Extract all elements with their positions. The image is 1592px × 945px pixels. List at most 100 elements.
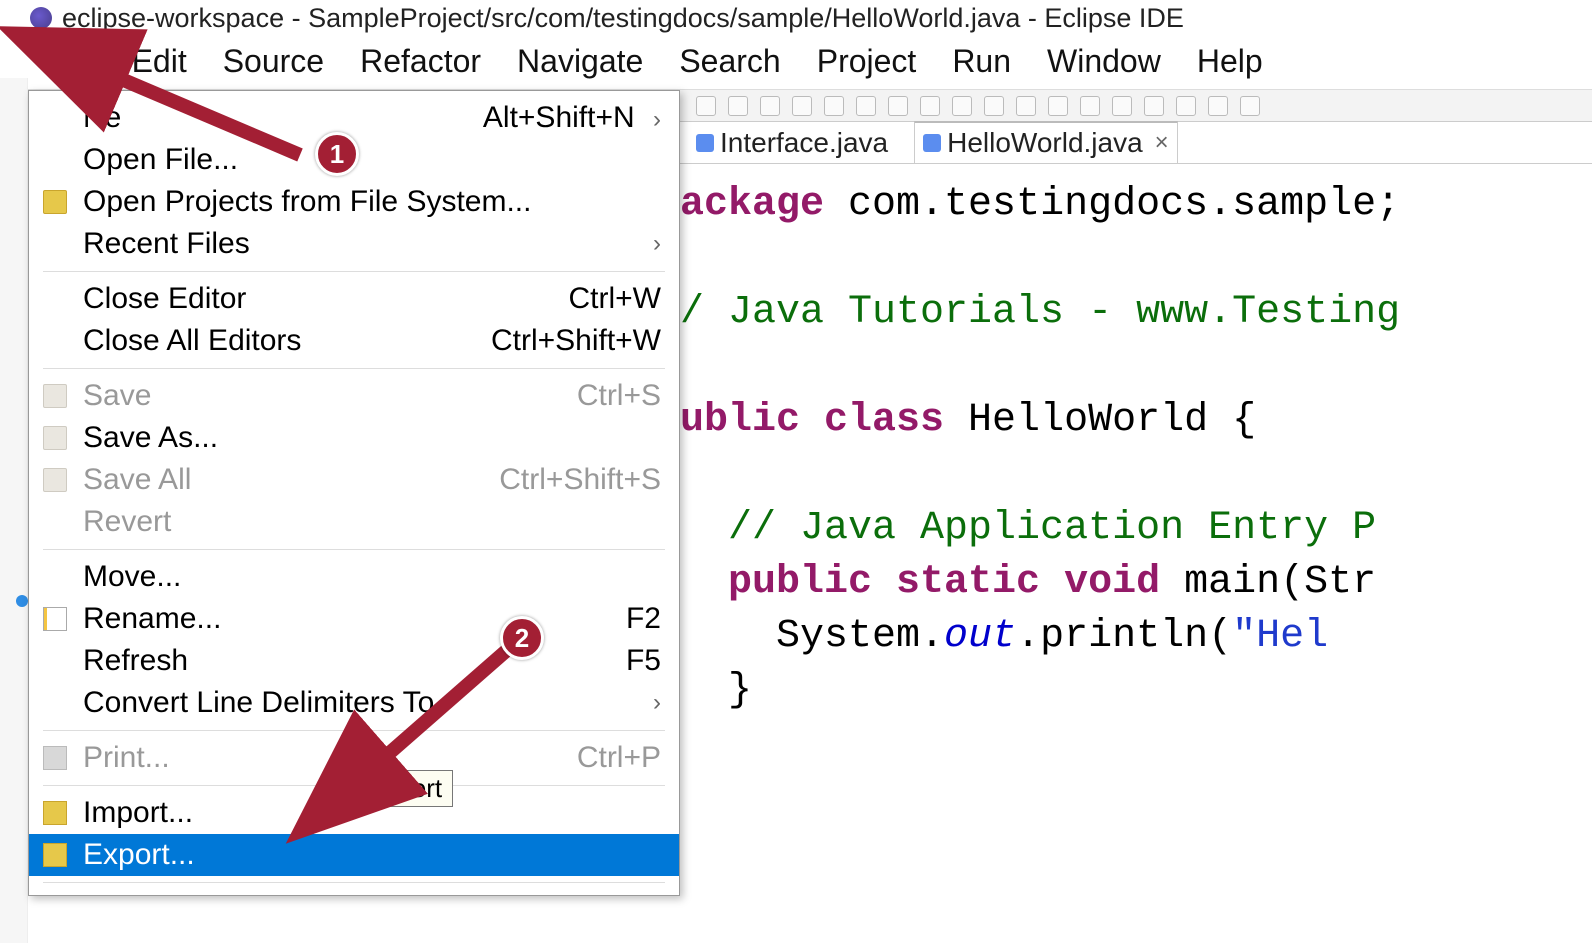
menu-item-recent-files[interactable]: Recent Files › bbox=[29, 223, 679, 265]
code-text: System. bbox=[680, 614, 944, 659]
import-icon bbox=[43, 801, 67, 825]
menu-separator bbox=[43, 271, 665, 272]
menu-shortcut: Ctrl+Shift+S bbox=[499, 463, 661, 497]
eclipse-icon bbox=[30, 7, 52, 29]
chevron-right-icon: › bbox=[653, 689, 661, 717]
java-file-icon bbox=[696, 134, 714, 152]
menu-shortcut: Ctrl+Shift+W bbox=[491, 324, 661, 358]
menu-item-save: Save Ctrl+S bbox=[29, 375, 679, 417]
menu-shortcut: F5 bbox=[626, 644, 661, 678]
code-comment: / Java Tutorials - www.Testing bbox=[680, 290, 1400, 335]
menu-shortcut: Ctrl+W bbox=[569, 282, 662, 316]
chevron-right-icon: › bbox=[653, 106, 661, 133]
menu-item-revert: Revert bbox=[29, 501, 679, 543]
menu-item-label: Save bbox=[83, 379, 151, 413]
menu-item-label: Refresh bbox=[83, 644, 188, 678]
code-comment: // Java Application Entry P bbox=[680, 506, 1376, 551]
code-field: out bbox=[944, 614, 1016, 659]
print-icon bbox=[43, 746, 67, 770]
toolbar-icon[interactable] bbox=[1016, 96, 1036, 116]
toolbar-icon[interactable] bbox=[984, 96, 1004, 116]
menu-item-label: Rename... bbox=[83, 602, 221, 636]
toolbar-icon[interactable] bbox=[888, 96, 908, 116]
tab-label: Interface.java bbox=[720, 127, 888, 159]
menu-separator bbox=[43, 368, 665, 369]
tab-label: HelloWorld.java bbox=[947, 127, 1143, 159]
code-text: } bbox=[680, 668, 752, 713]
code-keyword: public static void bbox=[680, 560, 1160, 605]
toolbar-icon[interactable] bbox=[696, 96, 716, 116]
toolbar-icon[interactable] bbox=[1208, 96, 1228, 116]
code-keyword: ublic class bbox=[680, 398, 944, 443]
toolbar-icon[interactable] bbox=[952, 96, 972, 116]
menu-item-label: Move... bbox=[83, 560, 181, 594]
annotation-arrow-1 bbox=[70, 60, 330, 180]
workspace: Interface.java HelloWorld.java × ackage … bbox=[0, 90, 1592, 945]
toolbar-icon[interactable] bbox=[1112, 96, 1132, 116]
toolbar-icon[interactable] bbox=[1176, 96, 1196, 116]
editor-tabs: Interface.java HelloWorld.java × bbox=[680, 122, 1592, 164]
menu-item-save-as[interactable]: Save As... bbox=[29, 417, 679, 459]
annotation-badge-2: 2 bbox=[500, 616, 544, 660]
menu-item-save-all: Save All Ctrl+Shift+S bbox=[29, 459, 679, 501]
menu-item-label: Import... bbox=[83, 796, 193, 830]
menu-item-label: Save All bbox=[83, 463, 191, 497]
menu-shortcut: Ctrl+S bbox=[577, 379, 661, 413]
editor-toolbar bbox=[680, 90, 1592, 122]
menu-item-move[interactable]: Move... bbox=[29, 556, 679, 598]
editor-area: Interface.java HelloWorld.java × ackage … bbox=[680, 90, 1592, 945]
code-text: main(Str bbox=[1160, 560, 1376, 605]
menu-search[interactable]: Search bbox=[665, 39, 794, 84]
menu-help[interactable]: Help bbox=[1183, 39, 1277, 84]
tab-helloworld[interactable]: HelloWorld.java × bbox=[914, 121, 1178, 163]
code-text: .println( bbox=[1016, 614, 1232, 659]
toolbar-icon[interactable] bbox=[1240, 96, 1260, 116]
toolbar-icon[interactable] bbox=[1080, 96, 1100, 116]
code-string: "Hel bbox=[1232, 614, 1328, 659]
menu-item-open-projects[interactable]: Open Projects from File System... bbox=[29, 181, 679, 223]
menu-shortcut: Alt+Shift+N bbox=[483, 101, 635, 134]
code-text: com.testingdocs.sample; bbox=[824, 182, 1400, 227]
folder-icon bbox=[43, 190, 67, 214]
menu-project[interactable]: Project bbox=[803, 39, 931, 84]
menu-shortcut: Ctrl+P bbox=[577, 741, 661, 775]
rename-icon bbox=[43, 607, 67, 631]
menu-refactor[interactable]: Refactor bbox=[346, 39, 495, 84]
toolbar-icon[interactable] bbox=[856, 96, 876, 116]
menu-item-export[interactable]: Export... bbox=[29, 834, 679, 876]
menu-separator bbox=[43, 882, 665, 883]
toolbar-icon[interactable] bbox=[792, 96, 812, 116]
menu-item-label: Export... bbox=[83, 838, 195, 872]
menu-item-close-all[interactable]: Close All Editors Ctrl+Shift+W bbox=[29, 320, 679, 362]
toolbar-icon[interactable] bbox=[920, 96, 940, 116]
menu-item-label: Close Editor bbox=[83, 282, 246, 316]
menu-item-label: Print... bbox=[83, 741, 170, 775]
menu-shortcut: F2 bbox=[626, 602, 661, 636]
java-file-icon bbox=[923, 134, 941, 152]
toolbar-icon[interactable] bbox=[1144, 96, 1164, 116]
menu-separator bbox=[43, 549, 665, 550]
disk-icon bbox=[43, 384, 67, 408]
window-title: eclipse-workspace - SampleProject/src/co… bbox=[62, 3, 1184, 34]
menu-run[interactable]: Run bbox=[938, 39, 1025, 84]
close-icon[interactable]: × bbox=[1155, 129, 1169, 157]
code-text: HelloWorld { bbox=[944, 398, 1256, 443]
menu-window[interactable]: Window bbox=[1033, 39, 1175, 84]
toolbar-icon[interactable] bbox=[760, 96, 780, 116]
disk-icon bbox=[43, 426, 67, 450]
toolbar-icon[interactable] bbox=[728, 96, 748, 116]
menu-item-label: Recent Files bbox=[83, 227, 250, 261]
tab-interface[interactable]: Interface.java bbox=[688, 123, 896, 163]
menu-item-close-editor[interactable]: Close Editor Ctrl+W bbox=[29, 278, 679, 320]
export-icon bbox=[43, 843, 67, 867]
toolbar-icon[interactable] bbox=[824, 96, 844, 116]
toolbar-icon[interactable] bbox=[1048, 96, 1068, 116]
code-editor[interactable]: ackage com.testingdocs.sample; / Java Tu… bbox=[680, 164, 1592, 772]
menu-item-label: Close All Editors bbox=[83, 324, 301, 358]
annotation-badge-1: 1 bbox=[315, 132, 359, 176]
code-keyword: ackage bbox=[680, 182, 824, 227]
menu-item-label: Revert bbox=[83, 505, 171, 539]
menu-navigate[interactable]: Navigate bbox=[503, 39, 657, 84]
menu-item-import[interactable]: Import... bbox=[29, 792, 679, 834]
chevron-right-icon: › bbox=[653, 230, 661, 258]
